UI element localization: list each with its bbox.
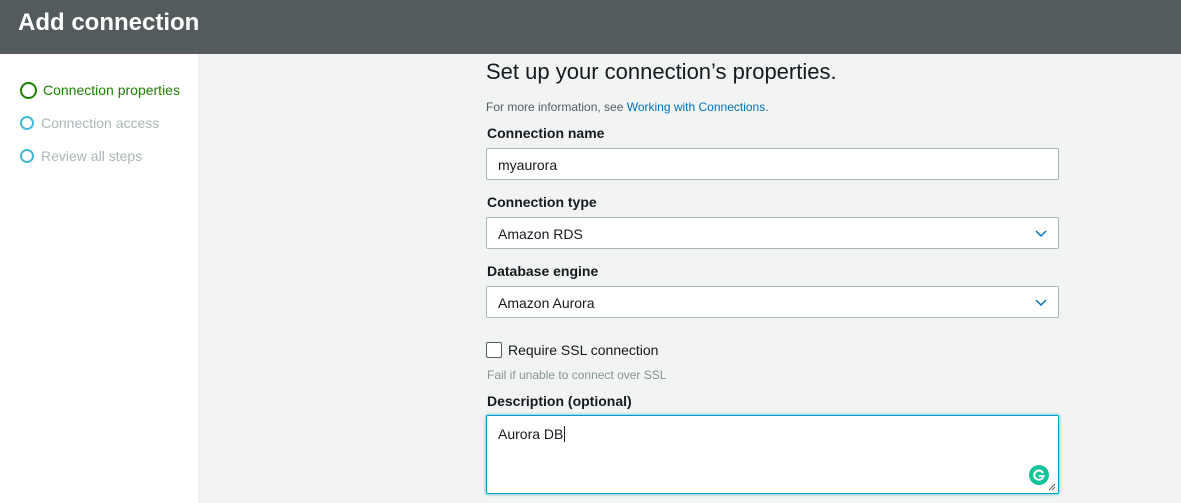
step-connection-access[interactable]: Connection access	[20, 114, 159, 132]
page-header: Add connection	[0, 0, 1181, 54]
page-title: Add connection	[18, 9, 200, 36]
step-circle-icon	[20, 149, 34, 163]
resize-grip-icon[interactable]	[1048, 483, 1056, 491]
info-prefix: For more information, see	[486, 100, 627, 114]
grammarly-g-glyph	[1033, 469, 1045, 481]
database-engine-value: Amazon Aurora	[498, 295, 595, 311]
step-label: Connection properties	[43, 82, 180, 98]
connection-name-label: Connection name	[487, 125, 605, 141]
step-circle-icon	[20, 116, 34, 130]
connection-name-value: myaurora	[498, 157, 558, 173]
connection-name-input[interactable]: myaurora	[486, 148, 1059, 180]
step-label: Review all steps	[41, 148, 143, 164]
description-textarea[interactable]: Aurora DB	[486, 415, 1059, 494]
chevron-down-icon	[1035, 299, 1047, 307]
text-caret	[564, 426, 566, 442]
description-label: Description (optional)	[487, 393, 632, 409]
step-label: Connection access	[41, 115, 160, 131]
require-ssl-label[interactable]: Require SSL connection	[508, 342, 658, 358]
description-value: Aurora DB	[498, 426, 564, 442]
step-circle-icon	[20, 81, 37, 99]
chevron-down-icon	[1035, 230, 1047, 238]
steps-sidebar: Connection properties Connection access …	[0, 54, 198, 503]
grammarly-icon[interactable]	[1029, 465, 1049, 485]
database-engine-label: Database engine	[487, 263, 599, 279]
description-value-wrap: Aurora DB	[498, 426, 566, 442]
step-connection-properties[interactable]: Connection properties	[20, 81, 180, 99]
section-title: Set up your connection’s properties.	[486, 59, 837, 84]
connection-type-select[interactable]: Amazon RDS	[486, 217, 1059, 249]
working-with-connections-link[interactable]: Working with Connections	[627, 100, 766, 114]
connection-type-value: Amazon RDS	[498, 226, 583, 242]
require-ssl-checkbox[interactable]	[486, 342, 502, 358]
ssl-hint: Fail if unable to connect over SSL	[487, 368, 667, 382]
database-engine-select[interactable]: Amazon Aurora	[486, 286, 1059, 318]
info-text: For more information, see Working with C…	[486, 100, 769, 114]
info-suffix: .	[765, 100, 769, 114]
connection-type-label: Connection type	[487, 194, 597, 210]
step-review-all-steps[interactable]: Review all steps	[20, 147, 142, 165]
